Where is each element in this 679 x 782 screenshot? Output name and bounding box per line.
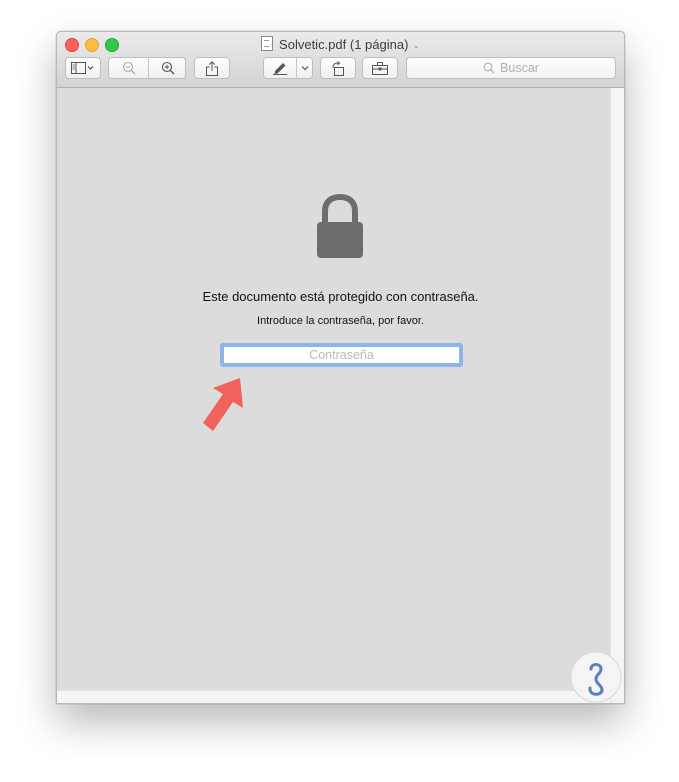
zoom-in-icon (161, 61, 174, 75)
document-area: Este documento está protegido con contra… (57, 88, 610, 690)
share-button[interactable] (194, 57, 230, 79)
share-icon (206, 60, 218, 76)
zoom-out-icon (122, 61, 135, 75)
rotate-button[interactable] (320, 57, 356, 79)
lock-icon (317, 194, 363, 258)
toolbox-icon (372, 61, 388, 75)
zoom-in-button[interactable] (149, 58, 186, 78)
password-input[interactable] (223, 346, 460, 364)
pen-icon (273, 63, 287, 75)
sidebar-icon (71, 62, 94, 74)
preview-window: Solvetic.pdf (1 página) ⌄ Buscar Este do… (56, 31, 625, 704)
markup-button[interactable] (264, 58, 296, 78)
rotate-icon (332, 60, 344, 76)
search-field[interactable]: Buscar (406, 57, 616, 79)
markup-dropdown-button[interactable] (297, 58, 313, 78)
sidebar-button[interactable] (65, 57, 101, 79)
annotation-arrow-icon (203, 378, 243, 431)
protection-prompt: Introduce la contraseña, por favor. (257, 315, 424, 327)
window-title[interactable]: Solvetic.pdf (1 página) ⌄ (57, 36, 624, 52)
vertical-scrollbar[interactable] (610, 88, 624, 703)
window-title-text: Solvetic.pdf (1 página) (279, 37, 409, 52)
zoom-control (108, 57, 186, 79)
zoom-out-button[interactable] (109, 58, 148, 78)
chevron-down-icon (301, 66, 309, 71)
search-placeholder: Buscar (500, 61, 539, 75)
horizontal-scrollbar[interactable] (57, 690, 610, 703)
protection-message: Este documento está protegido con contra… (202, 289, 479, 304)
markup-control (263, 57, 313, 79)
title-chevron-icon: ⌄ (412, 40, 420, 50)
password-field-wrapper (220, 343, 463, 367)
toolbox-button[interactable] (362, 57, 398, 79)
solvetic-logo-icon (570, 651, 622, 703)
search-icon (483, 62, 495, 74)
pdf-document-icon (261, 36, 274, 51)
title-bar: Solvetic.pdf (1 página) ⌄ Buscar (57, 32, 624, 88)
